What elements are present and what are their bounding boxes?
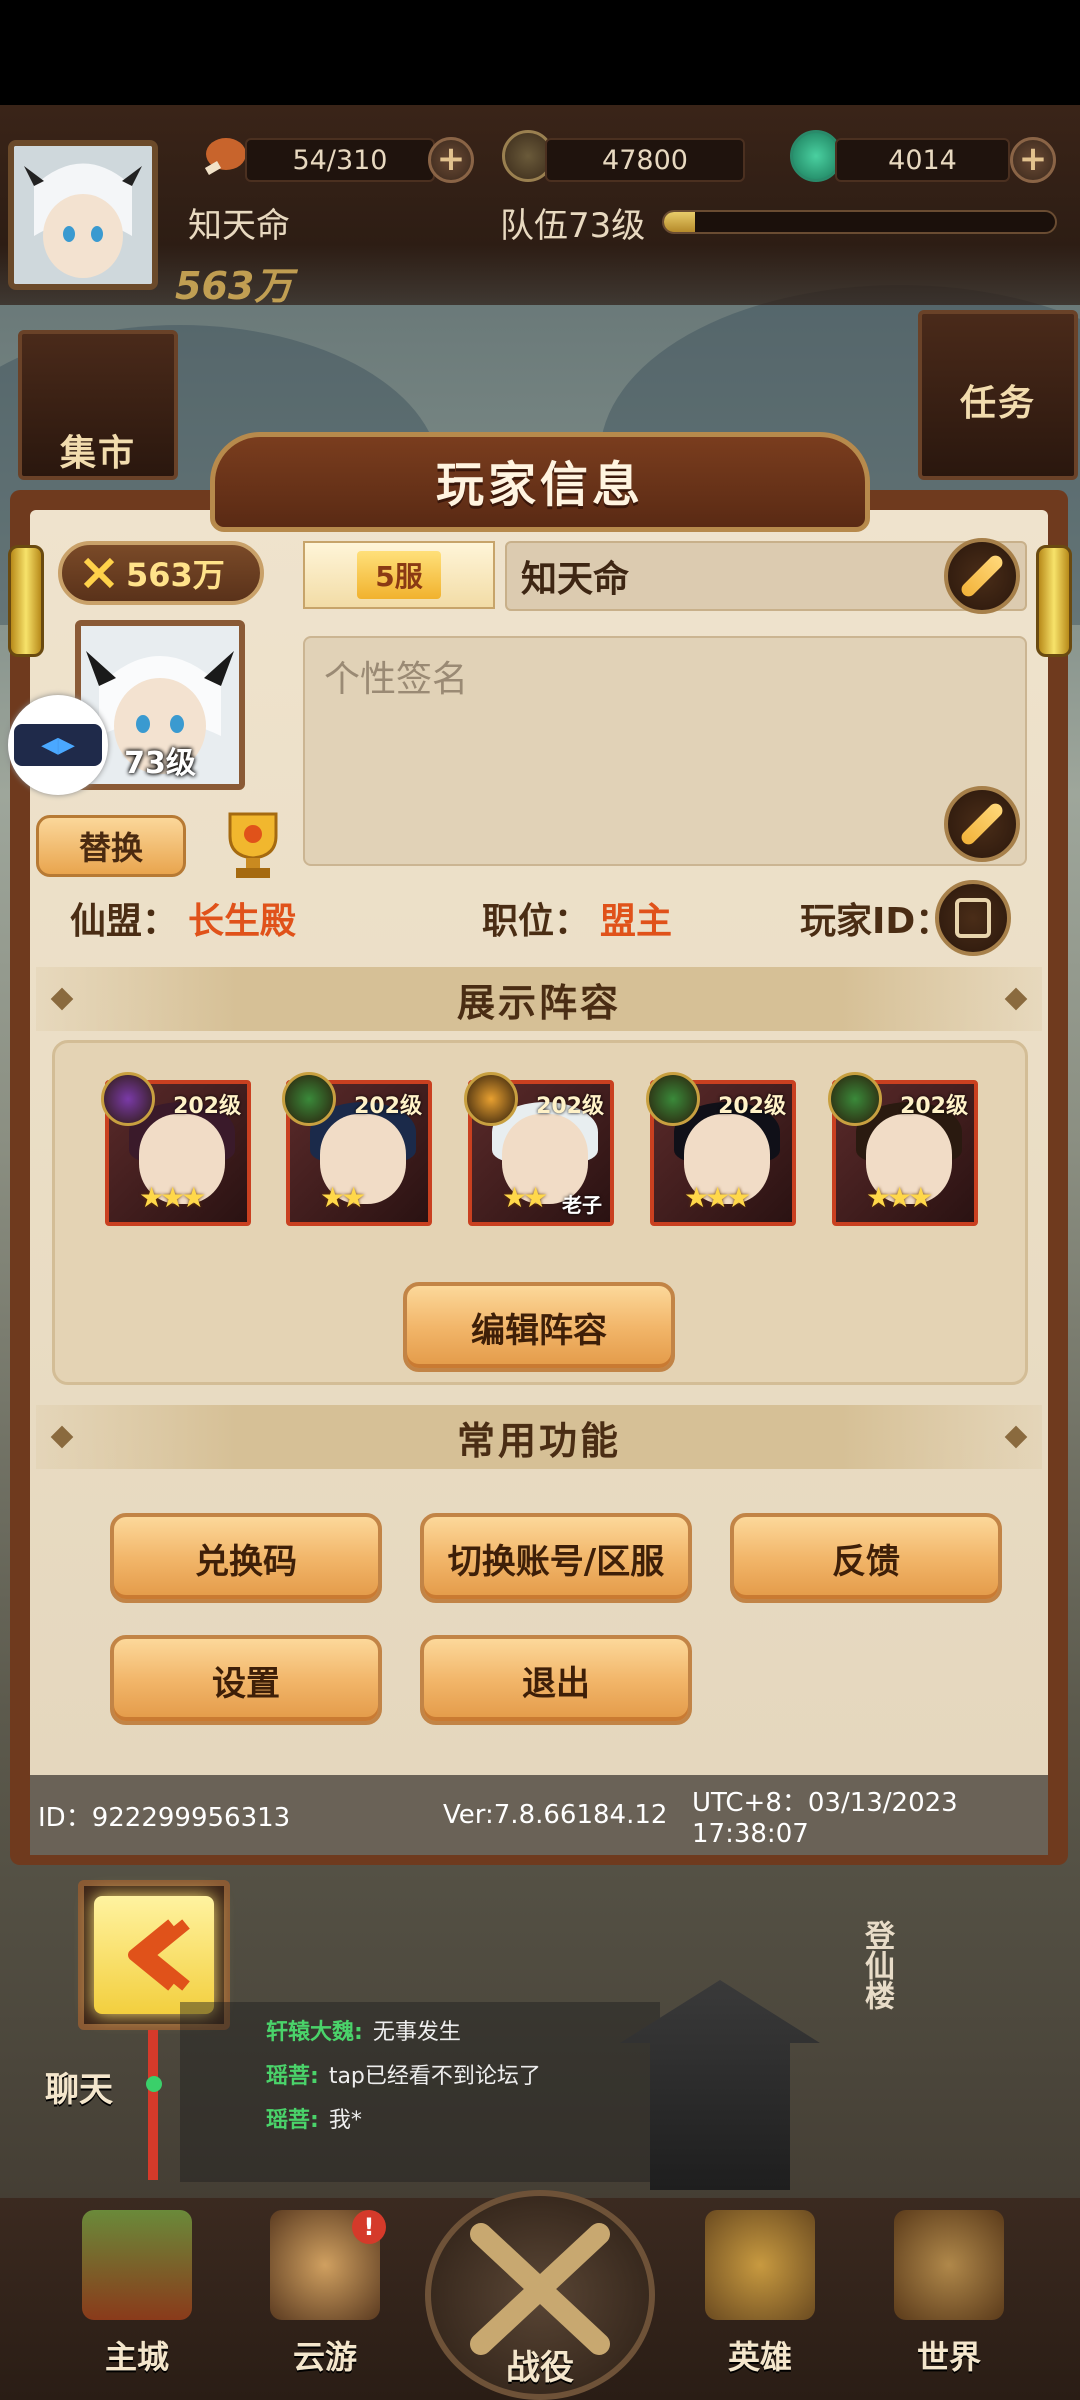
stamina-value: 54/310: [245, 138, 435, 182]
floating-assist-button[interactable]: ◀▶: [8, 695, 108, 795]
hero-element-badge-icon: [828, 1072, 882, 1126]
swap-avatar-button[interactable]: 替换: [36, 815, 186, 877]
coins-value: 47800: [545, 138, 745, 182]
guild-value: 长生殿: [188, 901, 297, 942]
hero-stars: ★★★: [684, 1181, 751, 1214]
palace-icon: [82, 2210, 192, 2320]
logout-button[interactable]: 退出: [420, 1635, 692, 1725]
settings-button[interactable]: 设置: [110, 1635, 382, 1725]
roam-notice-badge: !: [352, 2210, 386, 2244]
hero-element-badge-icon: [464, 1072, 518, 1126]
hero-element-badge-icon: [101, 1072, 155, 1126]
crossed-swords-icon: [82, 556, 116, 590]
chat-line: 瑶菩: 我*: [266, 2102, 660, 2134]
server-label: 5服: [357, 551, 441, 599]
hero-level: 202级: [354, 1094, 422, 1119]
signature-placeholder: 个性签名: [324, 659, 469, 700]
chat-preview[interactable]: 轩辕大魏: 无事发生 瑶菩: tap已经看不到论坛了 瑶菩: 我*: [180, 2002, 660, 2182]
add-stamina-button[interactable]: +: [428, 137, 474, 183]
hero-stars: ★★: [320, 1181, 366, 1214]
trophy-icon[interactable]: [218, 808, 288, 883]
chat-text: 无事发生: [372, 2020, 461, 2045]
hero-level: 202级: [173, 1094, 241, 1119]
lineup-section-header: 展示阵容: [36, 967, 1042, 1031]
back-arrow-icon: [128, 1919, 190, 1991]
tower-label: 登仙楼: [859, 1920, 894, 2010]
hero-stars: ★★★: [139, 1181, 206, 1214]
chat-user: 瑶菩:: [266, 2108, 319, 2133]
add-jade-button[interactable]: +: [1010, 137, 1056, 183]
market-label: 集市: [59, 433, 136, 474]
nav-main-city[interactable]: 主城: [62, 2210, 212, 2378]
double-arrow-icon: ◀▶: [14, 724, 102, 766]
player-avatar-top[interactable]: [8, 140, 158, 290]
right-lantern-pillar: [1036, 545, 1072, 657]
functions-section-title: 常用功能: [456, 1418, 621, 1463]
hero-tag: 老子: [562, 1193, 602, 1217]
hero-element-badge-icon: [282, 1072, 336, 1126]
nav-world-label: 世界: [916, 2338, 981, 2376]
copy-icon: [955, 898, 991, 938]
switch-account-button[interactable]: 切换账号/区服: [420, 1513, 692, 1603]
hero-level: 202级: [536, 1094, 604, 1119]
mountain-icon: [894, 2210, 1004, 2320]
position-value: 盟主: [600, 901, 673, 942]
chat-button[interactable]: 聊天: [45, 2062, 113, 2111]
info-footer: ID：922299956313 Ver:7.8.66184.12 UTC+8：0…: [30, 1775, 1048, 1855]
market-button[interactable]: 集市: [18, 330, 178, 480]
hero-level: 202级: [900, 1094, 968, 1119]
hero-level: 202级: [718, 1094, 786, 1119]
nav-roam-label: 云游: [292, 2338, 357, 2376]
guild-label: 仙盟：: [70, 901, 179, 942]
hero-stars: ★★★: [866, 1181, 933, 1214]
nav-battle-label: 战役: [506, 2348, 574, 2388]
dialog-title: 玩家信息: [435, 457, 644, 513]
team-level-label: 队伍73级: [500, 206, 646, 246]
back-button[interactable]: [94, 1896, 214, 2014]
position-label: 职位：: [482, 901, 591, 942]
jade-value: 4014: [835, 138, 1010, 182]
chat-line: 轩辕大魏: 无事发生: [266, 2014, 660, 2046]
nav-heroes-label: 英雄: [727, 2338, 792, 2376]
redeem-code-button[interactable]: 兑换码: [110, 1513, 382, 1603]
nav-main-city-label: 主城: [104, 2338, 169, 2376]
chat-user: 瑶菩:: [266, 2064, 319, 2089]
server-time: UTC+8：03/13/2023 17:38:07: [692, 1787, 958, 1849]
chat-scroll-indicator: [148, 2030, 158, 2180]
chat-user: 轩辕大魏:: [266, 2020, 363, 2045]
combat-power-top: 563万: [175, 264, 293, 308]
player-name-top: 知天命: [188, 206, 290, 246]
feedback-button[interactable]: 反馈: [730, 1513, 1002, 1603]
nav-heroes[interactable]: 英雄: [685, 2210, 835, 2378]
player-name: 知天命: [521, 559, 630, 600]
server-badge: 5服: [303, 541, 495, 609]
nav-world[interactable]: 世界: [874, 2210, 1024, 2378]
account-id: ID：922299956313: [38, 1802, 291, 1833]
hero-stars: ★★: [502, 1181, 548, 1214]
chat-line: 瑶菩: tap已经看不到论坛了: [266, 2058, 660, 2090]
player-id-label: 玩家ID：: [800, 901, 952, 942]
copy-id-button[interactable]: [935, 880, 1011, 956]
version-text: Ver:7.8.66184.12: [443, 1800, 668, 1830]
meat-icon: [198, 128, 252, 182]
online-dot: [146, 2076, 162, 2092]
team-exp-bar: [662, 210, 1057, 234]
functions-section-header: 常用功能: [36, 1405, 1042, 1469]
combat-power-value: 563万: [126, 556, 225, 594]
task-button[interactable]: 任务: [918, 310, 1078, 480]
chat-text: tap已经看不到论坛了: [328, 2064, 541, 2089]
left-lantern-pillar: [8, 545, 44, 657]
task-label: 任务: [959, 383, 1036, 424]
combat-power-badge: 563万: [58, 541, 264, 605]
chat-text: 我*: [328, 2108, 362, 2133]
edit-signature-brush-icon[interactable]: [944, 786, 1020, 862]
helmet-icon: [705, 2210, 815, 2320]
edit-lineup-button[interactable]: 编辑阵容: [403, 1282, 675, 1372]
hero-element-badge-icon: [646, 1072, 700, 1126]
edit-name-brush-icon[interactable]: [944, 538, 1020, 614]
lineup-section-title: 展示阵容: [456, 980, 621, 1025]
